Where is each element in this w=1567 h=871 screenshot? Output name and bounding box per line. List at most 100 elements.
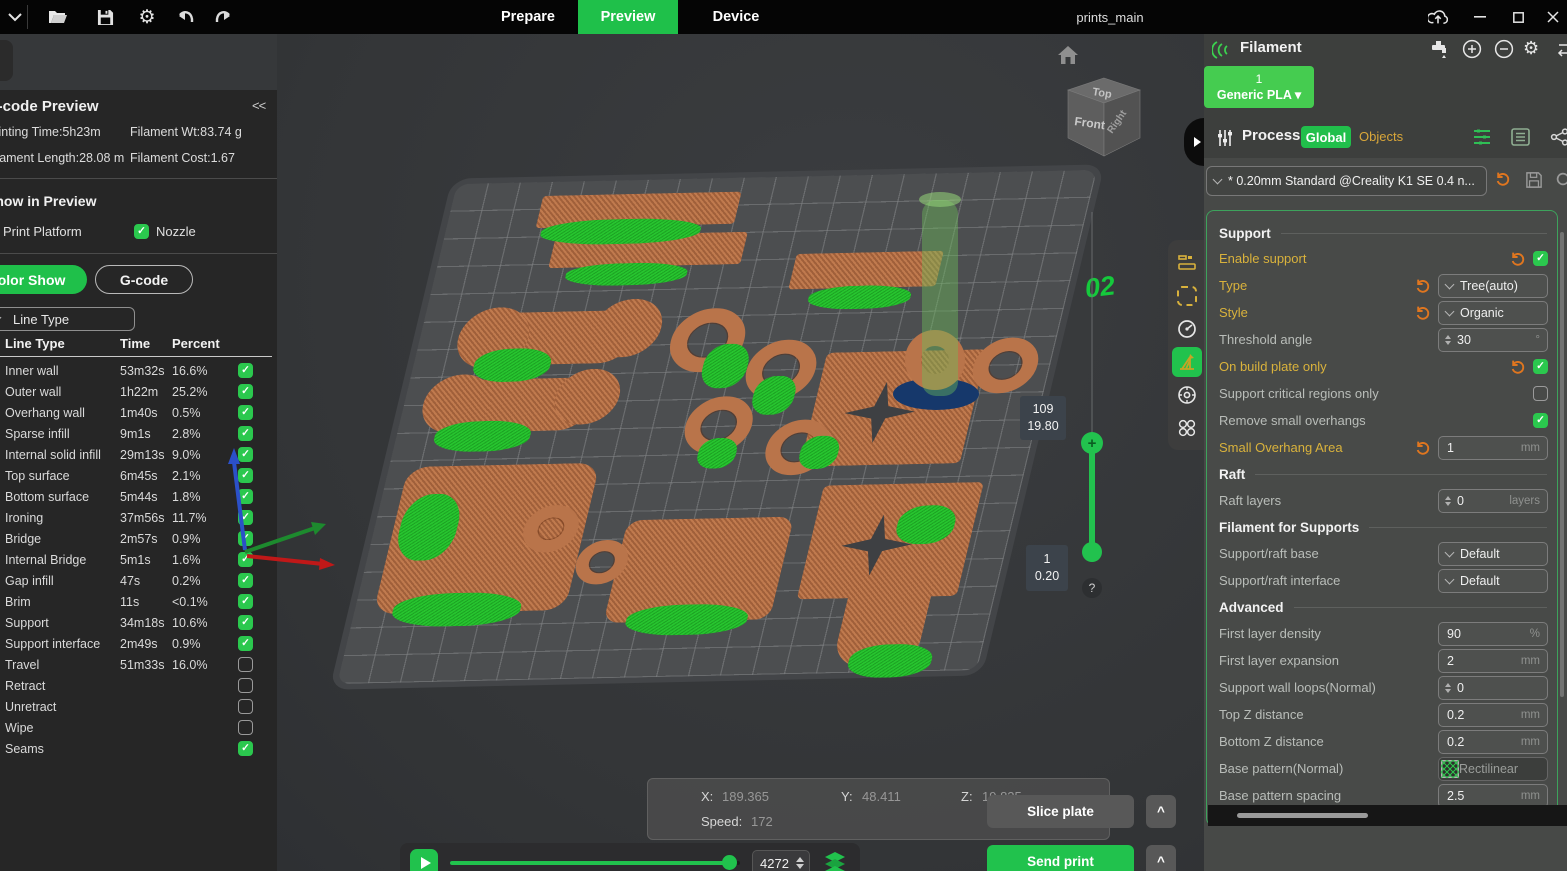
setting-input[interactable]: 2.5mm <box>1438 784 1548 808</box>
seek-slider[interactable] <box>450 861 740 865</box>
line-type-checkbox[interactable] <box>238 678 253 693</box>
upload-icon[interactable] <box>1428 7 1448 27</box>
remove-filament-icon[interactable] <box>1494 39 1514 59</box>
3d-viewport[interactable]: Top Front Right 02 + 10919.80 10.20 ? X:… <box>277 34 1204 871</box>
collapse-panel-button[interactable]: << <box>252 98 265 113</box>
add-filament-icon[interactable] <box>1462 39 1482 59</box>
filament-slot-button[interactable]: 1 Generic PLA ▾ <box>1204 66 1314 108</box>
line-type-checkbox[interactable]: ✓ <box>238 363 253 378</box>
play-button[interactable] <box>410 849 438 871</box>
setting-input[interactable]: 1mm <box>1438 436 1548 460</box>
setting-input[interactable]: Rectilinear <box>1438 757 1548 781</box>
frame-stepper-arrows[interactable] <box>796 857 804 869</box>
nozzle-checkbox[interactable]: ✓ <box>134 224 149 239</box>
reset-icon[interactable] <box>1510 359 1526 375</box>
build-plate[interactable] <box>337 170 1097 684</box>
setting-checkbox[interactable]: ✓ <box>1533 413 1548 428</box>
setting-input[interactable]: 90% <box>1438 622 1548 646</box>
setting-checkbox[interactable]: ✓ <box>1533 251 1548 266</box>
setting-input[interactable]: 0layers <box>1438 489 1548 513</box>
spinner-arrows[interactable] <box>1445 683 1451 693</box>
line-type-checkbox[interactable] <box>238 720 253 735</box>
save-file-icon[interactable] <box>95 7 115 27</box>
preset-search-icon[interactable] <box>1556 172 1567 189</box>
parameter-table-icon[interactable] <box>1511 128 1530 146</box>
line-type-checkbox[interactable]: ✓ <box>238 405 253 420</box>
frame-stepper[interactable]: 4272 <box>752 850 810 871</box>
settings-gear-icon[interactable]: ⚙ <box>137 7 157 27</box>
line-type-checkbox[interactable]: ✓ <box>238 594 253 609</box>
setting-input[interactable]: 0.2mm <box>1438 730 1548 754</box>
setting-dropdown[interactable]: Default <box>1438 569 1548 593</box>
minimize-icon[interactable] <box>1470 7 1490 27</box>
faucet-icon[interactable] <box>1429 39 1451 59</box>
preset-reset-icon[interactable] <box>1495 171 1511 187</box>
tab-device[interactable]: Device <box>686 0 786 34</box>
setting-dropdown[interactable]: Organic <box>1438 301 1548 325</box>
line-type-checkbox[interactable]: ✓ <box>238 615 253 630</box>
compare-icon[interactable] <box>1550 128 1567 146</box>
gcode-button[interactable]: G-code <box>95 265 193 294</box>
send-expand-button[interactable]: ^ <box>1146 845 1176 871</box>
open-file-icon[interactable] <box>48 7 68 27</box>
horizontal-scrollbar[interactable] <box>1208 805 1567 826</box>
redo-icon[interactable] <box>213 7 233 27</box>
setting-input[interactable]: 0.2mm <box>1438 703 1548 727</box>
reset-icon[interactable] <box>1415 278 1431 294</box>
preset-save-icon[interactable] <box>1526 172 1542 188</box>
layer-slider-bottom-handle[interactable] <box>1082 542 1102 562</box>
layers-icon[interactable] <box>824 851 846 871</box>
reset-icon[interactable] <box>1510 251 1526 267</box>
category-others-icon[interactable] <box>1172 413 1202 443</box>
menu-chevron-icon[interactable] <box>5 7 25 27</box>
setting-input[interactable]: 0 <box>1438 676 1548 700</box>
setting-checkbox[interactable] <box>1533 386 1548 401</box>
tab-global[interactable]: Global <box>1301 126 1351 148</box>
line-type-selector[interactable]: Line Type <box>0 307 135 331</box>
model-cylinder[interactable] <box>967 337 1044 394</box>
horizontal-scrollbar-thumb[interactable] <box>1237 813 1368 818</box>
category-strength-icon[interactable] <box>1172 281 1202 311</box>
color-show-button[interactable]: Color Show <box>0 265 87 294</box>
collapsed-panel-stub[interactable] <box>0 40 13 81</box>
slice-expand-button[interactable]: ^ <box>1146 795 1176 828</box>
tab-preview[interactable]: Preview <box>578 0 678 34</box>
category-speed-icon[interactable] <box>1172 314 1202 344</box>
filament-more-icon[interactable] <box>1556 39 1567 59</box>
layer-slider-top-handle[interactable]: + <box>1081 432 1103 454</box>
tab-objects[interactable]: Objects <box>1359 129 1403 144</box>
reset-icon[interactable] <box>1415 305 1431 321</box>
category-support-icon[interactable] <box>1172 347 1202 377</box>
model-object[interactable] <box>587 298 668 358</box>
preset-dropdown[interactable]: * 0.20mm Standard @Creality K1 SE 0.4 n.… <box>1206 166 1487 196</box>
model-object[interactable] <box>788 251 944 290</box>
send-print-button[interactable]: Send print <box>987 845 1134 871</box>
line-type-checkbox[interactable]: ✓ <box>238 426 253 441</box>
spinner-arrows[interactable] <box>1445 335 1451 345</box>
category-quality-icon[interactable] <box>1172 248 1202 278</box>
spinner-arrows[interactable] <box>1445 496 1451 506</box>
line-type-checkbox[interactable]: ✓ <box>238 741 253 756</box>
close-icon[interactable] <box>1543 7 1563 27</box>
setting-input[interactable]: 2mm <box>1438 649 1548 673</box>
layer-slider-range[interactable] <box>1089 446 1095 552</box>
seek-handle[interactable] <box>722 855 737 870</box>
category-cooling-icon[interactable] <box>1172 380 1202 410</box>
setting-dropdown[interactable]: Tree(auto) <box>1438 274 1548 298</box>
help-button[interactable]: ? <box>1082 578 1102 598</box>
setting-dropdown[interactable]: Default <box>1438 542 1548 566</box>
slice-plate-button[interactable]: Slice plate <box>987 795 1134 828</box>
model-object[interactable] <box>549 368 626 425</box>
setting-checkbox[interactable]: ✓ <box>1533 359 1548 374</box>
tab-prepare[interactable]: Prepare <box>478 0 578 34</box>
setting-input[interactable]: 30° <box>1438 328 1548 352</box>
maximize-icon[interactable] <box>1508 7 1528 27</box>
undo-icon[interactable] <box>175 7 195 27</box>
filament-settings-icon[interactable]: ⚙ <box>1523 38 1539 59</box>
parameter-list-icon[interactable] <box>1472 128 1492 146</box>
line-type-checkbox[interactable] <box>238 699 253 714</box>
reset-icon[interactable] <box>1415 440 1431 456</box>
navigation-cube[interactable]: Top Front Right <box>1062 72 1146 164</box>
line-type-checkbox[interactable]: ✓ <box>238 384 253 399</box>
line-type-checkbox[interactable] <box>238 657 253 672</box>
